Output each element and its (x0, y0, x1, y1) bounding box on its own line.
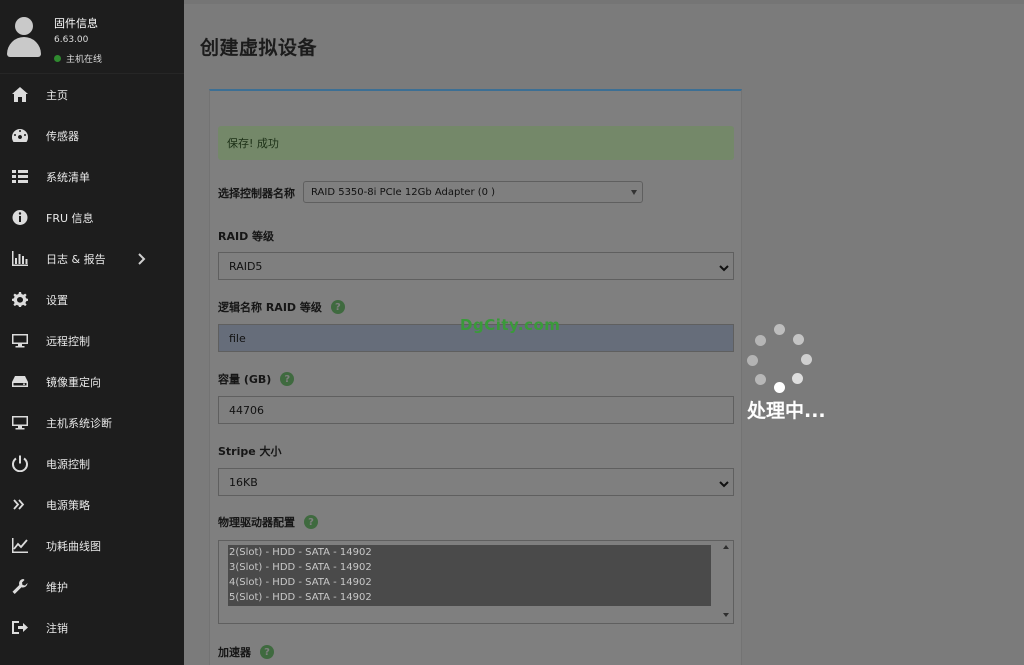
sidebar-item-label: 维护 (46, 580, 68, 594)
chevron-down-icon (719, 262, 729, 272)
physical-drives-listbox[interactable]: 2(Slot) - HDD - SATA - 14902 3(Slot) - H… (218, 540, 734, 624)
sidebar-item-label: 传感器 (46, 129, 79, 143)
watermark: DgCity.com (460, 316, 561, 334)
capacity-label-text: 容量 (GB) (218, 373, 272, 386)
stripe-size-select[interactable]: 16KB (218, 468, 734, 496)
logical-name-label: 逻辑名称 RAID 等级 ? (218, 299, 345, 315)
host-status-text: 主机在线 (66, 55, 103, 65)
raid-level-value: RAID5 (229, 259, 263, 273)
capacity-label: 容量 (GB) ? (218, 371, 295, 387)
sidebar-item-media-redirection[interactable]: 镜像重定向 (0, 361, 184, 402)
capacity-value: 44706 (229, 403, 264, 417)
monitor-icon (11, 414, 29, 431)
logical-name-value: file (229, 331, 246, 345)
sidebar-item-label: 主机系统诊断 (46, 416, 112, 430)
sidebar-item-label: 注销 (46, 621, 68, 635)
create-virtual-device-form: 保存! 成功 选择控制器名称 RAID 5350-8i PCIe 12Gb Ad… (209, 89, 742, 665)
sidebar: 固件信息 6.63.00 主机在线 主页 传感器 系统清单 FRU 信息 日志 … (0, 0, 184, 665)
scroll-up-icon[interactable] (723, 545, 729, 549)
sidebar-item-power-control[interactable]: 电源控制 (0, 443, 184, 484)
chevron-right-icon (136, 251, 146, 265)
home-icon (11, 86, 29, 103)
main-content: 创建虚拟设备 保存! 成功 选择控制器名称 RAID 5350-8i PCIe … (184, 0, 1024, 665)
status-dot-icon (54, 55, 61, 62)
accelerator-label-text: 加速器 (218, 646, 251, 659)
scroll-down-icon[interactable] (723, 613, 729, 617)
physical-drives-label: 物理驱动器配置 ? (218, 514, 318, 530)
controller-select-value: RAID 5350-8i PCIe 12Gb Adapter (0 ) (311, 186, 496, 198)
sidebar-item-system-inventory[interactable]: 系统清单 (0, 156, 184, 197)
host-status: 主机在线 (54, 52, 102, 65)
user-title: 固件信息 (54, 17, 98, 30)
controller-label: 选择控制器名称 (218, 185, 295, 201)
stripe-size-label: Stripe 大小 (218, 443, 282, 459)
drive-options: 2(Slot) - HDD - SATA - 14902 3(Slot) - H… (228, 545, 711, 606)
info-icon (11, 209, 29, 226)
top-bar (184, 0, 1024, 4)
sidebar-item-label: 功耗曲线图 (46, 539, 101, 553)
wrench-icon (11, 578, 29, 595)
capacity-input[interactable]: 44706 (218, 396, 734, 424)
raid-level-select[interactable]: RAID5 (218, 252, 734, 280)
monitor-icon (11, 332, 29, 349)
drive-option[interactable]: 5(Slot) - HDD - SATA - 14902 (228, 590, 711, 605)
stripe-size-value: 16KB (229, 475, 258, 489)
bar-chart-icon (11, 250, 29, 267)
gauge-icon (11, 127, 29, 144)
list-icon (11, 168, 29, 185)
sidebar-item-label: 镜像重定向 (46, 375, 101, 389)
firmware-version: 6.63.00 (54, 35, 89, 45)
double-chevron-icon (11, 496, 29, 513)
sidebar-item-label: 电源策略 (46, 498, 90, 512)
avatar (7, 17, 41, 57)
sidebar-item-label: 系统清单 (46, 170, 90, 184)
success-alert: 保存! 成功 (218, 126, 734, 160)
help-icon[interactable]: ? (330, 300, 345, 314)
controller-select[interactable]: RAID 5350-8i PCIe 12Gb Adapter (0 ) (303, 181, 643, 203)
sidebar-item-fru-info[interactable]: FRU 信息 (0, 197, 184, 238)
gear-icon (11, 291, 29, 308)
page-title: 创建虚拟设备 (200, 37, 318, 59)
sidebar-item-label: 设置 (46, 293, 68, 307)
line-chart-icon (11, 537, 29, 554)
stripe-size-label-text: Stripe 大小 (218, 445, 282, 458)
sidebar-menu: 主页 传感器 系统清单 FRU 信息 日志 & 报告 设置 远程控制 镜像重定向… (0, 74, 184, 648)
loading-spinner-icon (746, 324, 814, 393)
sidebar-item-label: 主页 (46, 88, 68, 102)
logout-icon (11, 619, 29, 636)
sidebar-item-logs-reports[interactable]: 日志 & 报告 (0, 238, 184, 279)
sidebar-item-power-policy[interactable]: 电源策略 (0, 484, 184, 525)
sidebar-item-remote-control[interactable]: 远程控制 (0, 320, 184, 361)
controller-label-text: 选择控制器名称 (218, 187, 295, 200)
sidebar-item-settings[interactable]: 设置 (0, 279, 184, 320)
sidebar-item-label: 日志 & 报告 (46, 252, 106, 266)
drive-option[interactable]: 4(Slot) - HDD - SATA - 14902 (228, 575, 711, 590)
sidebar-item-label: 电源控制 (46, 457, 90, 471)
sidebar-item-home[interactable]: 主页 (0, 74, 184, 115)
logical-name-label-text: 逻辑名称 RAID 等级 (218, 301, 322, 314)
sidebar-item-logout[interactable]: 注销 (0, 607, 184, 648)
processing-text: 处理中... (747, 400, 826, 422)
chevron-down-icon (719, 478, 729, 488)
physical-drives-label-text: 物理驱动器配置 (218, 516, 295, 529)
help-icon[interactable]: ? (304, 515, 318, 529)
sidebar-item-label: 远程控制 (46, 334, 90, 348)
sidebar-item-label: FRU 信息 (46, 211, 94, 225)
sidebar-item-sensors[interactable]: 传感器 (0, 115, 184, 156)
drive-option[interactable]: 3(Slot) - HDD - SATA - 14902 (228, 560, 711, 575)
help-icon[interactable]: ? (260, 645, 274, 659)
power-icon (11, 455, 29, 472)
user-panel: 固件信息 6.63.00 主机在线 (0, 0, 184, 74)
sidebar-item-maintenance[interactable]: 维护 (0, 566, 184, 607)
raid-level-label-text: RAID 等级 (218, 230, 275, 243)
sidebar-item-power-chart[interactable]: 功耗曲线图 (0, 525, 184, 566)
sidebar-item-host-diagnostics[interactable]: 主机系统诊断 (0, 402, 184, 443)
caret-down-icon (631, 190, 637, 195)
help-icon[interactable]: ? (280, 372, 295, 386)
accelerator-label: 加速器 ? (218, 644, 274, 660)
drive-option[interactable]: 2(Slot) - HDD - SATA - 14902 (228, 545, 711, 560)
drive-icon (11, 373, 29, 390)
raid-level-label: RAID 等级 (218, 228, 274, 244)
